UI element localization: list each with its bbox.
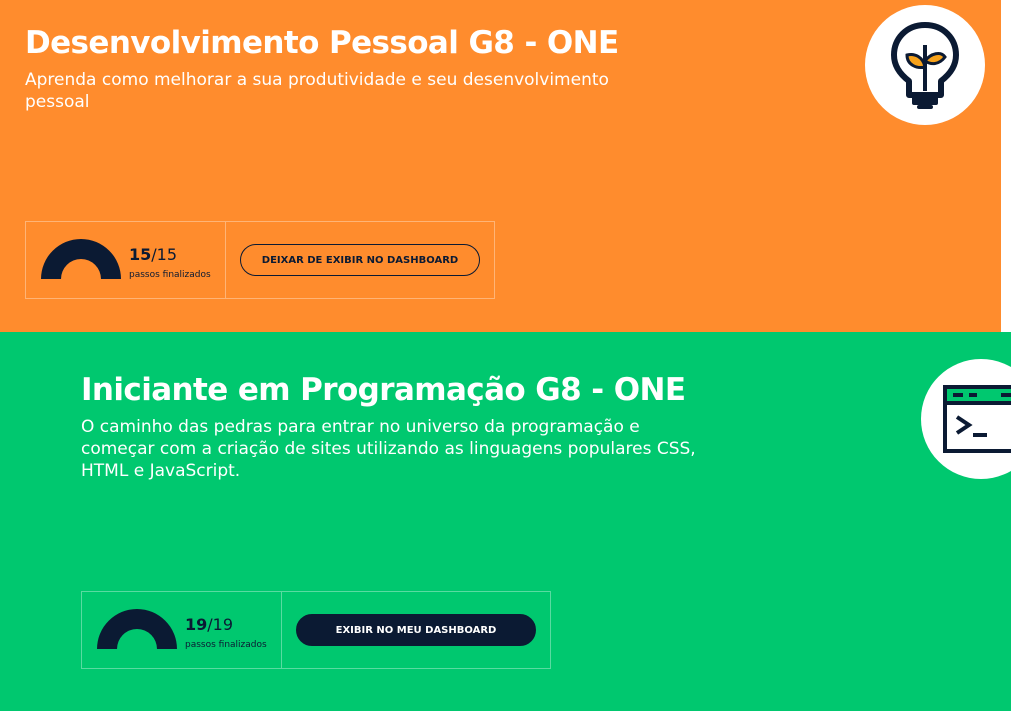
lightbulb-plant-icon — [891, 22, 959, 109]
course-description: Aprenda como melhorar a sua produtividad… — [25, 70, 609, 112]
progress-total: /19 — [207, 615, 234, 634]
progress-count: 19/19 — [185, 615, 233, 634]
terminal-window-icon — [943, 385, 1011, 453]
progress-actions: EXIBIR NO MEU DASHBOARD — [282, 592, 550, 668]
progress-gauge-icon — [97, 609, 177, 649]
progress-panel: 19/19 passos finalizados EXIBIR NO MEU D… — [81, 591, 551, 669]
course-card-desenvolvimento-pessoal: Desenvolvimento Pessoal G8 - ONE Aprenda… — [0, 0, 1001, 332]
show-on-dashboard-button[interactable]: EXIBIR NO MEU DASHBOARD — [296, 614, 536, 646]
course-description: O caminho das pedras para entrar no univ… — [81, 417, 696, 481]
progress-done: 15 — [129, 245, 152, 264]
course-title[interactable]: Desenvolvimento Pessoal G8 - ONE — [25, 25, 619, 61]
progress-summary: 15/15 passos finalizados — [26, 222, 226, 298]
course-card-iniciante-programacao: Iniciante em Programação G8 - ONE O cami… — [0, 332, 1011, 711]
progress-gauge-icon — [41, 239, 121, 279]
hide-from-dashboard-button[interactable]: DEIXAR DE EXIBIR NO DASHBOARD — [240, 244, 480, 276]
course-title[interactable]: Iniciante em Programação G8 - ONE — [81, 372, 686, 408]
progress-panel: 15/15 passos finalizados DEIXAR DE EXIBI… — [25, 221, 495, 299]
course-icon-badge — [921, 359, 1011, 479]
course-icon-badge — [865, 5, 985, 125]
progress-count: 15/15 — [129, 245, 177, 264]
progress-label: passos finalizados — [185, 640, 267, 650]
progress-summary: 19/19 passos finalizados — [82, 592, 282, 668]
progress-actions: DEIXAR DE EXIBIR NO DASHBOARD — [226, 222, 494, 298]
progress-label: passos finalizados — [129, 270, 211, 280]
progress-done: 19 — [185, 615, 208, 634]
progress-total: /15 — [151, 245, 178, 264]
